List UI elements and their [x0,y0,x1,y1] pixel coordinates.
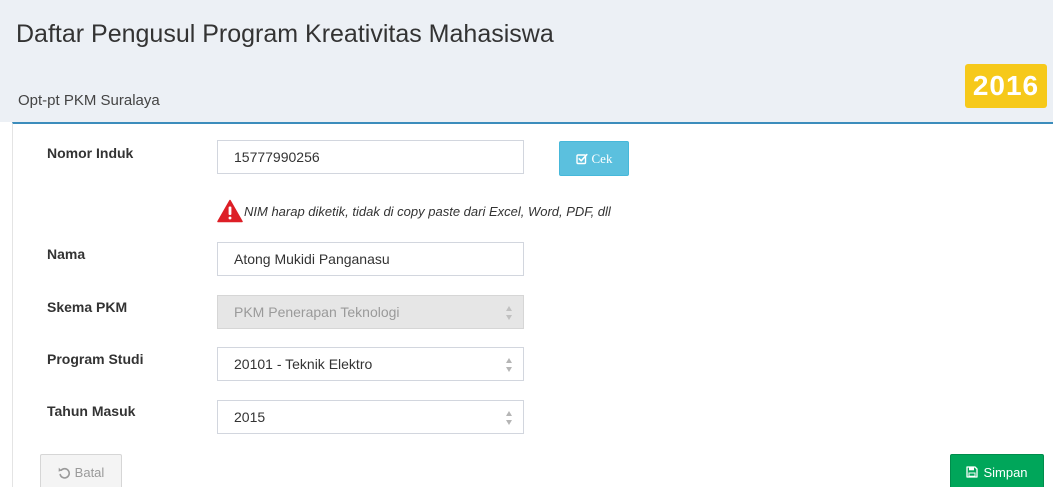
content-header: Daftar Pengusul Program Kreativitas Maha… [0,0,1053,122]
floppy-disk-icon [966,466,979,478]
year-badge: 2016 [965,64,1047,108]
select-arrows-icon [506,306,512,320]
warning-text: NIM harap diketik, tidak di copy paste d… [244,203,611,219]
cek-button[interactable]: Cek [559,141,629,176]
page-title: Daftar Pengusul Program Kreativitas Maha… [16,20,554,48]
simpan-button[interactable]: Simpan [950,454,1044,487]
tahun-masuk-select[interactable]: 2015 [217,400,524,434]
nama-input[interactable] [217,242,524,276]
cek-button-label: Cek [591,150,613,166]
batal-button-label: Batal [74,464,105,480]
nomor-induk-label: Nomor Induk [47,145,134,161]
check-square-icon [575,153,588,164]
nim-warning: NIM harap diketik, tidak di copy paste d… [217,198,611,224]
skema-pkm-label: Skema PKM [47,299,128,315]
select-arrows-icon [506,358,512,372]
form-panel [12,122,1053,487]
tahun-masuk-label: Tahun Masuk [47,403,136,419]
program-studi-value: 20101 - Teknik Elektro [234,356,373,372]
tahun-masuk-value: 2015 [234,409,266,425]
page: Daftar Pengusul Program Kreativitas Maha… [0,0,1053,487]
skema-pkm-select: PKM Penerapan Teknologi [217,295,524,329]
simpan-button-label: Simpan [983,464,1028,480]
program-studi-select[interactable]: 20101 - Teknik Elektro [217,347,524,381]
box-title: Opt-pt PKM Suralaya [18,92,160,109]
skema-pkm-value: PKM Penerapan Teknologi [234,304,400,320]
undo-icon [58,467,70,479]
select-arrows-icon [506,411,512,425]
program-studi-label: Program Studi [47,351,144,367]
warning-triangle-icon [217,199,243,223]
nama-label: Nama [47,246,86,262]
batal-button[interactable]: Batal [40,454,122,487]
nomor-induk-input[interactable] [217,140,524,174]
